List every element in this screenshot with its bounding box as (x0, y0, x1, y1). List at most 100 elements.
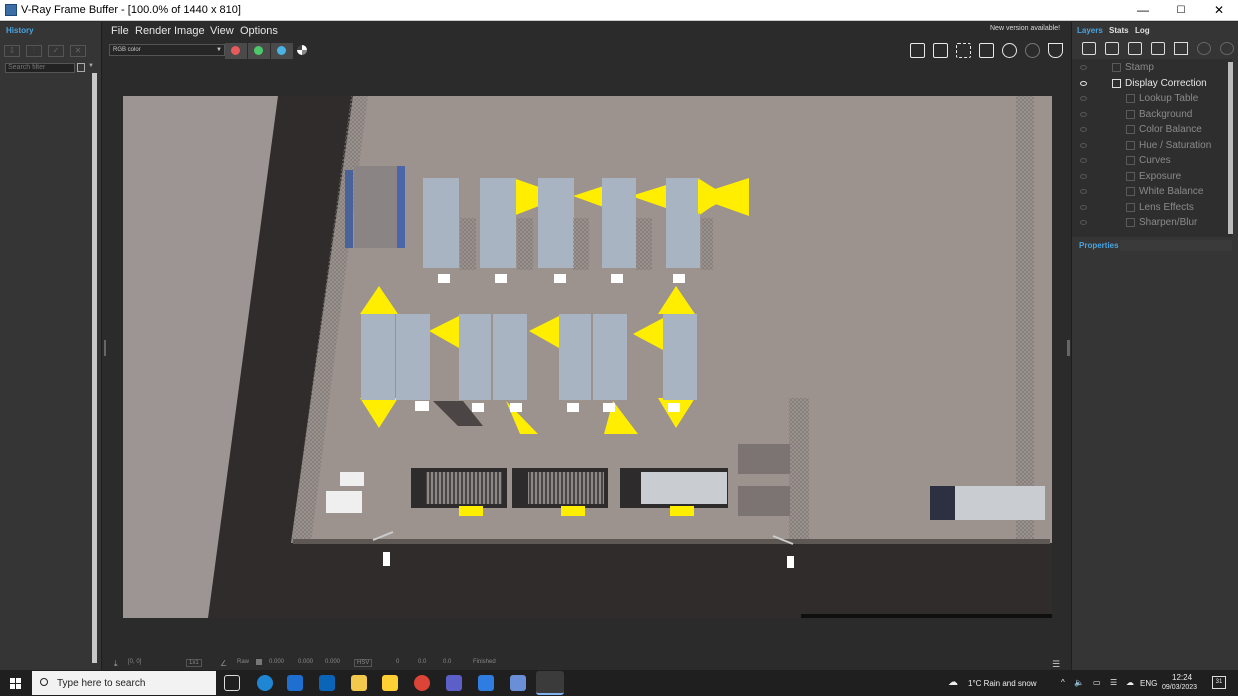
menu-render[interactable]: Render (135, 25, 171, 37)
clear-image-icon[interactable] (933, 43, 948, 58)
visibility-eye-icon[interactable] (1080, 220, 1087, 225)
layer-item[interactable]: Lookup Table (1072, 92, 1232, 107)
new-version-notice[interactable]: New version available! (990, 25, 1060, 32)
visibility-eye-icon[interactable] (1080, 142, 1087, 148)
weather-text[interactable]: 1°C Rain and snow (968, 679, 1037, 688)
visibility-eye-icon[interactable] (1080, 65, 1087, 70)
region-render-icon[interactable] (956, 43, 971, 58)
interactive-render-icon[interactable] (1002, 43, 1017, 58)
visibility-eye-icon[interactable] (1080, 96, 1087, 101)
maximize-button[interactable]: ☐ (1162, 0, 1200, 21)
redo-icon[interactable] (1220, 42, 1234, 55)
layer-presets-icon[interactable] (1128, 42, 1142, 55)
notifications-icon[interactable]: 31 (1212, 676, 1226, 689)
layer-list-icon[interactable] (1174, 42, 1188, 55)
visibility-eye-icon[interactable] (1080, 111, 1087, 117)
show-hidden-icon[interactable]: ^ (1061, 678, 1065, 687)
menu-image[interactable]: Image (174, 25, 205, 37)
close-button[interactable]: ✕ (1200, 0, 1238, 21)
tab-layers[interactable]: Layers (1077, 26, 1103, 35)
windows-start-icon[interactable] (10, 678, 21, 689)
visibility-eye-icon[interactable] (1080, 127, 1087, 132)
load-layers-icon[interactable] (1082, 42, 1096, 55)
history-filter-dropdown-icon[interactable]: ▼ (88, 63, 94, 69)
clock-time[interactable]: 12:24 (1172, 673, 1192, 682)
sticky-notes-icon[interactable] (382, 675, 398, 691)
save-layers-icon[interactable] (1105, 42, 1119, 55)
outlook-icon[interactable] (319, 675, 335, 691)
channel-select[interactable]: RGB color ▼ (109, 44, 225, 56)
visibility-eye-icon[interactable] (1080, 158, 1087, 163)
layer-item[interactable]: Sharpen/Blur (1072, 216, 1232, 231)
blue-channel-button[interactable] (271, 43, 293, 59)
chrome-icon[interactable] (414, 675, 430, 691)
layers-scrollbar[interactable] (1228, 62, 1233, 234)
task-view-icon[interactable] (224, 675, 240, 691)
volume-icon[interactable]: 🔈 (1074, 678, 1084, 687)
tab-stats[interactable]: Stats (1109, 26, 1129, 35)
vray-app-icon (5, 4, 17, 16)
history-toolbar: ⇩ ⫶ ✓ ✕ (4, 40, 96, 60)
mono-view-icon[interactable] (297, 45, 307, 55)
layer-item[interactable]: Hue / Saturation (1072, 139, 1232, 154)
menu-options[interactable]: Options (240, 25, 278, 37)
clock-date[interactable]: 09/03/2023 (1162, 684, 1197, 691)
app-icon-1[interactable] (287, 675, 303, 691)
history-tab[interactable]: History (6, 26, 34, 35)
right-splitter-handle[interactable] (1067, 340, 1070, 356)
history-load-icon[interactable]: ✓ (48, 45, 64, 57)
visibility-eye-icon[interactable] (1080, 204, 1087, 210)
history-filter-checkbox[interactable] (77, 63, 85, 72)
battery-icon[interactable]: ▭ (1093, 678, 1101, 687)
onedrive-icon[interactable]: ☁ (1126, 678, 1134, 687)
color-picker-icon[interactable]: ∠ (220, 659, 227, 668)
menu-view[interactable]: View (210, 25, 234, 37)
taskbar-search-input[interactable]: Type here to search (32, 671, 216, 695)
layer-item[interactable]: Curves (1072, 154, 1232, 169)
layer-item[interactable]: White Balance (1072, 185, 1232, 200)
language-indicator[interactable]: ENG (1140, 679, 1157, 688)
layer-item[interactable]: Background (1072, 108, 1232, 123)
pick-icon[interactable]: ⤓ (114, 659, 118, 669)
visibility-eye-icon[interactable] (1080, 80, 1087, 86)
file-explorer-icon[interactable] (351, 675, 367, 691)
log-icon[interactable]: ☰ (1052, 659, 1060, 670)
layer-item[interactable]: Color Balance (1072, 123, 1232, 138)
tab-log[interactable]: Log (1135, 26, 1150, 35)
create-layer-icon[interactable] (1151, 42, 1165, 55)
teams-icon[interactable] (446, 675, 462, 691)
green-channel-button[interactable] (248, 43, 270, 59)
rendered-image[interactable] (123, 96, 1052, 618)
layer-item[interactable]: Lens Effects (1072, 201, 1232, 216)
layer-item[interactable]: Stamp (1072, 61, 1232, 76)
history-delete-icon[interactable]: ✕ (70, 45, 86, 57)
vray-taskbar-icon[interactable] (536, 671, 564, 695)
raw-checkbox[interactable] (256, 659, 262, 665)
history-save-icon[interactable]: ⇩ (4, 45, 20, 57)
menu-file[interactable]: File (111, 25, 129, 37)
app-icon-2[interactable] (510, 675, 526, 691)
render-teapot-icon[interactable] (1048, 43, 1063, 58)
save-image-icon[interactable] (910, 43, 925, 58)
visibility-eye-icon[interactable] (1080, 189, 1087, 194)
weather-icon[interactable]: ☁ (948, 677, 958, 688)
visibility-eye-icon[interactable] (1080, 173, 1087, 179)
track-mouse-icon[interactable] (979, 43, 994, 58)
edge-browser-icon[interactable] (257, 675, 273, 691)
history-compare-icon[interactable]: ⫶ (26, 45, 42, 57)
undo-icon[interactable] (1197, 42, 1211, 55)
minimize-button[interactable]: — (1124, 0, 1162, 21)
history-search-input[interactable]: Search filter (5, 63, 75, 73)
red-channel-button[interactable] (225, 43, 247, 59)
network-icon[interactable]: ☰ (1110, 678, 1117, 687)
security-icon[interactable] (478, 675, 494, 691)
history-scrollbar[interactable] (92, 73, 97, 663)
layer-item[interactable]: Display Correction (1072, 77, 1232, 92)
render-last-icon[interactable] (1025, 43, 1040, 58)
layer-item[interactable]: Exposure (1072, 170, 1232, 185)
color-mode-select[interactable]: HSV (354, 659, 373, 667)
vray-frame-buffer-window: V-Ray Frame Buffer - [100.0% of 1440 x 8… (0, 0, 1238, 696)
zoom-select[interactable]: 1x1 (186, 659, 202, 667)
layer-label: Background (1139, 108, 1193, 120)
layer-type-icon (1126, 218, 1135, 227)
